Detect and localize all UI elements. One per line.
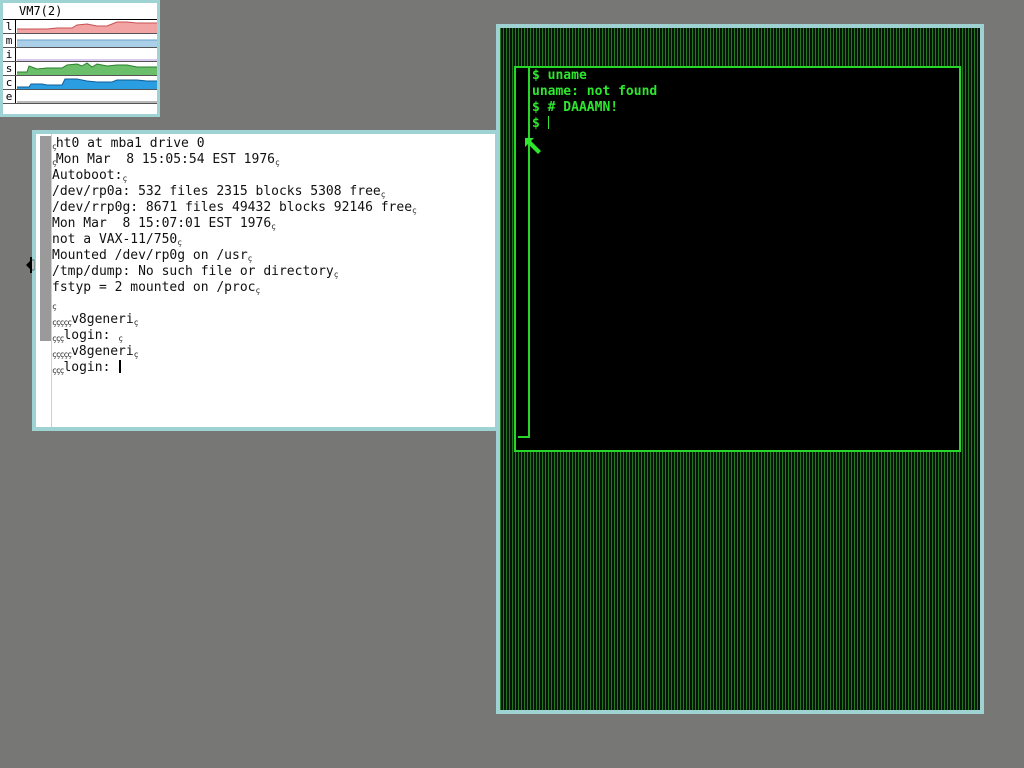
boot-log-line: not a VAX-11/750ç bbox=[52, 232, 491, 248]
vismon-row-label: e bbox=[3, 90, 16, 103]
vismon-graph-c bbox=[17, 78, 157, 89]
vismon-title: VM7(2) bbox=[3, 3, 157, 20]
shell-line: $ # DAAAMN! bbox=[532, 100, 955, 116]
shell-line-text: $ uname bbox=[532, 68, 587, 83]
vismon-graph-e bbox=[17, 101, 157, 103]
boot-log-text: login: bbox=[63, 360, 119, 375]
boot-terminal-scroll-thumb[interactable] bbox=[40, 136, 51, 341]
vismon-row-l: l bbox=[3, 20, 157, 34]
boot-log-line: Mounted /dev/rp0g on /usrç bbox=[52, 248, 491, 264]
boot-log-text: v8generi bbox=[71, 344, 134, 359]
carriage-return-glyph: ç bbox=[133, 318, 139, 327]
boot-log-text: /dev/rrp0g: 8671 files 49432 blocks 9214… bbox=[52, 200, 413, 215]
carriage-return-glyph: ççççç bbox=[52, 350, 72, 359]
boot-log-line: çççççv8generiç bbox=[52, 312, 491, 328]
shell-line: uname: not found bbox=[532, 84, 955, 100]
boot-log-line: çççççv8generiç bbox=[52, 344, 491, 360]
shell-line: $ bbox=[532, 116, 955, 132]
boot-log-line: fstyp = 2 mounted on /procç bbox=[52, 280, 491, 296]
vismon-row-label: m bbox=[3, 34, 16, 47]
carriage-return-glyph: ç bbox=[271, 222, 276, 231]
boot-log-line: ç bbox=[52, 296, 491, 312]
boot-log-text: ht0 at mba1 drive 0 bbox=[55, 136, 205, 151]
desktop[interactable]: VM7(2) l m i s c e çht0 at mba1 drive 0 … bbox=[0, 0, 1024, 768]
boot-terminal-text[interactable]: çht0 at mba1 drive 0 çMon Mar 8 15:05:54 … bbox=[52, 136, 491, 423]
vismon-row-i: i bbox=[3, 48, 157, 62]
vismon-row-label: l bbox=[3, 20, 16, 33]
shell-line-text: $ # DAAAMN! bbox=[532, 100, 619, 115]
green-terminal-text[interactable]: $ uname uname: not found $ # DAAAMN! $ bbox=[532, 68, 955, 446]
boot-log-line: Autoboot:ç bbox=[52, 168, 491, 184]
vismon-graph-l bbox=[17, 21, 157, 33]
boot-log-line: çççlogin: bbox=[52, 360, 491, 376]
carriage-return-glyph: ç bbox=[333, 270, 339, 279]
carriage-return-glyph: ç bbox=[52, 302, 57, 311]
green-terminal-scrollbar[interactable] bbox=[518, 68, 530, 438]
text-cursor bbox=[547, 116, 549, 129]
boot-log-text: not a VAX-11/750 bbox=[52, 232, 178, 247]
boot-log-line: Mon Mar 8 15:07:01 EST 1976ç bbox=[52, 216, 491, 232]
boot-log-text: /dev/rp0a: 532 files 2315 blocks 5308 fr… bbox=[52, 184, 381, 199]
carriage-return-glyph: ç bbox=[177, 238, 182, 247]
carriage-return-glyph: ççççç bbox=[52, 318, 72, 327]
boot-terminal-window[interactable]: çht0 at mba1 drive 0 çMon Mar 8 15:05:54 … bbox=[32, 130, 499, 431]
boot-log-text: /tmp/dump: No such file or directory bbox=[52, 264, 334, 279]
vismon-graph-s bbox=[17, 62, 157, 75]
text-cursor bbox=[119, 360, 122, 373]
boot-log-text: login: bbox=[63, 328, 119, 343]
carriage-return-glyph: ç bbox=[255, 286, 261, 295]
boot-log-text: Mounted /dev/rp0g on /usr bbox=[52, 248, 248, 263]
boot-log-text: Mon Mar 8 15:05:54 EST 1976 bbox=[55, 152, 275, 167]
carriage-return-glyph: ç bbox=[247, 254, 253, 263]
carriage-return-glyph: ççç bbox=[52, 366, 64, 375]
arrow-cursor-icon bbox=[525, 138, 541, 154]
boot-log-line: /dev/rrp0g: 8671 files 49432 blocks 9214… bbox=[52, 200, 491, 216]
boot-log-text: v8generi bbox=[71, 312, 134, 327]
mouse-pointer-icon bbox=[26, 257, 35, 273]
shell-line-text: $ bbox=[532, 116, 548, 131]
carriage-return-glyph: ççç bbox=[52, 334, 64, 343]
boot-log-text: Autoboot: bbox=[52, 168, 123, 183]
vismon-rows: l m i s c e bbox=[3, 20, 157, 104]
vismon-row-c: c bbox=[3, 76, 157, 90]
vismon-window[interactable]: VM7(2) l m i s c e bbox=[0, 0, 160, 117]
boot-log-line: çht0 at mba1 drive 0 bbox=[52, 136, 491, 152]
boot-log-text: fstyp = 2 mounted on /proc bbox=[52, 280, 256, 295]
carriage-return-glyph: ç bbox=[133, 350, 139, 359]
boot-log-line: /tmp/dump: No such file or directoryç bbox=[52, 264, 491, 280]
carriage-return-glyph: ç bbox=[118, 334, 123, 343]
boot-log-line: çççlogin: ç bbox=[52, 328, 491, 344]
carriage-return-glyph: ç bbox=[412, 206, 417, 215]
vismon-row-s: s bbox=[3, 62, 157, 76]
vismon-row-e: e bbox=[3, 90, 157, 104]
shell-line-text: uname: not found bbox=[532, 84, 658, 99]
vismon-graph-i bbox=[17, 59, 157, 61]
boot-log-line: çMon Mar 8 15:05:54 EST 1976ç bbox=[52, 152, 491, 168]
vismon-row-label: c bbox=[3, 76, 16, 89]
vismon-row-label: i bbox=[3, 48, 16, 61]
boot-log-text: Mon Mar 8 15:07:01 EST 1976 bbox=[52, 216, 272, 231]
carriage-return-glyph: ç bbox=[274, 158, 280, 167]
vismon-row-m: m bbox=[3, 34, 157, 48]
shell-line: $ uname bbox=[532, 68, 955, 84]
boot-log-line: /dev/rp0a: 532 files 2315 blocks 5308 fr… bbox=[52, 184, 491, 200]
carriage-return-glyph: ç bbox=[122, 174, 127, 183]
vismon-row-label: s bbox=[3, 62, 16, 75]
carriage-return-glyph: ç bbox=[380, 190, 386, 199]
green-terminal-window[interactable]: $ uname uname: not found $ # DAAAMN! $ bbox=[496, 24, 984, 714]
green-terminal-pane[interactable]: $ uname uname: not found $ # DAAAMN! $ bbox=[514, 66, 961, 452]
vismon-graph-m bbox=[17, 39, 157, 47]
boot-terminal-scrollbar[interactable] bbox=[40, 134, 52, 427]
